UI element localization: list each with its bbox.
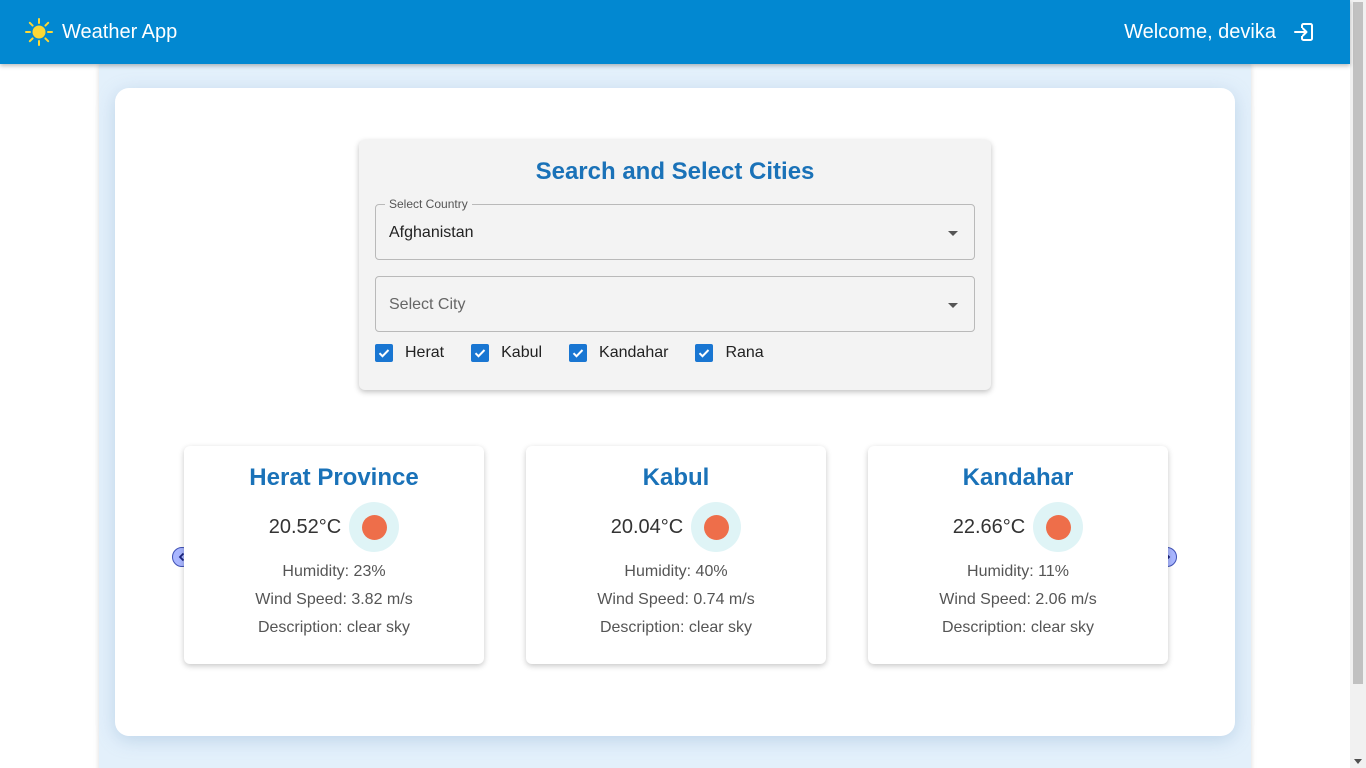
temperature: 20.52°C: [268, 515, 342, 538]
wind-speed: Wind Speed: 2.06 m/s: [939, 591, 1097, 608]
sun-icon: [24, 17, 54, 47]
city-checkbox-kandahar[interactable]: Kandahar: [569, 344, 668, 362]
checkbox-label: Herat: [405, 344, 445, 361]
wind-speed: Wind Speed: 3.82 m/s: [255, 591, 413, 608]
humidity: Humidity: 23%: [282, 563, 386, 580]
checkbox-checked-icon[interactable]: [569, 344, 588, 362]
checkbox-label: Kabul: [501, 344, 543, 361]
clear-sky-icon: [1033, 502, 1084, 552]
temp-row: 22.66°C: [868, 502, 1168, 552]
search-title: Search and Select Cities: [535, 158, 815, 185]
city-checkbox-rana[interactable]: Rana: [695, 344, 764, 362]
user-area: Welcome, devika: [1124, 20, 1316, 44]
checkbox-label: Kandahar: [599, 344, 669, 361]
page-scrollbar[interactable]: [1350, 0, 1366, 768]
country-select-value: Afghanistan: [389, 224, 474, 241]
checkbox-checked-icon[interactable]: [695, 344, 714, 362]
temperature: 20.04°C: [610, 515, 684, 538]
description: Description: clear sky: [257, 619, 411, 636]
checkbox-label: Rana: [725, 344, 764, 361]
app-bar: Weather App Welcome, devika: [0, 0, 1350, 64]
card-city-name: Kabul: [642, 464, 710, 491]
country-select-label: Select Country: [385, 197, 472, 211]
brand: Weather App: [24, 17, 177, 47]
checkbox-checked-icon[interactable]: [375, 344, 393, 362]
scrollbar-thumb[interactable]: [1353, 2, 1363, 684]
city-select[interactable]: Select City: [375, 276, 975, 332]
humidity: Humidity: 40%: [624, 563, 728, 580]
app-title: Weather App: [62, 20, 178, 43]
humidity: Humidity: 11%: [967, 563, 1069, 580]
description: Description: clear sky: [941, 619, 1095, 636]
clear-sky-icon: [349, 502, 400, 552]
city-checkbox-list: Herat Kabul Kandahar Rana: [375, 342, 791, 364]
weather-card: Kandahar 22.66°C Humidity: 11% Wind Spee…: [868, 446, 1168, 664]
search-panel: Search and Select Cities Select Country …: [359, 140, 991, 390]
weather-card: Herat Province 20.52°C Humidity: 23% Win…: [184, 446, 484, 664]
scroll-down-arrow-icon[interactable]: [1354, 759, 1362, 764]
logout-icon[interactable]: [1292, 20, 1316, 44]
city-select-placeholder: Select City: [389, 296, 466, 313]
card-city-name: Herat Province: [249, 464, 419, 491]
wind-speed: Wind Speed: 0.74 m/s: [597, 591, 755, 608]
temperature: 22.66°C: [952, 515, 1026, 538]
chevron-down-icon: [948, 303, 958, 308]
welcome-text: Welcome, devika: [1124, 20, 1276, 43]
temp-row: 20.04°C: [526, 502, 826, 552]
checkbox-checked-icon[interactable]: [471, 344, 490, 362]
city-checkbox-kabul[interactable]: Kabul: [471, 344, 542, 362]
chevron-down-icon: [948, 231, 958, 236]
country-select[interactable]: Select Country Afghanistan: [375, 197, 975, 260]
city-checkbox-herat[interactable]: Herat: [375, 344, 444, 362]
card-city-name: Kandahar: [962, 464, 1074, 491]
clear-sky-icon: [691, 502, 742, 552]
weather-card: Kabul 20.04°C Humidity: 40% Wind Speed: …: [526, 446, 826, 664]
temp-row: 20.52°C: [184, 502, 484, 552]
description: Description: clear sky: [599, 619, 753, 636]
